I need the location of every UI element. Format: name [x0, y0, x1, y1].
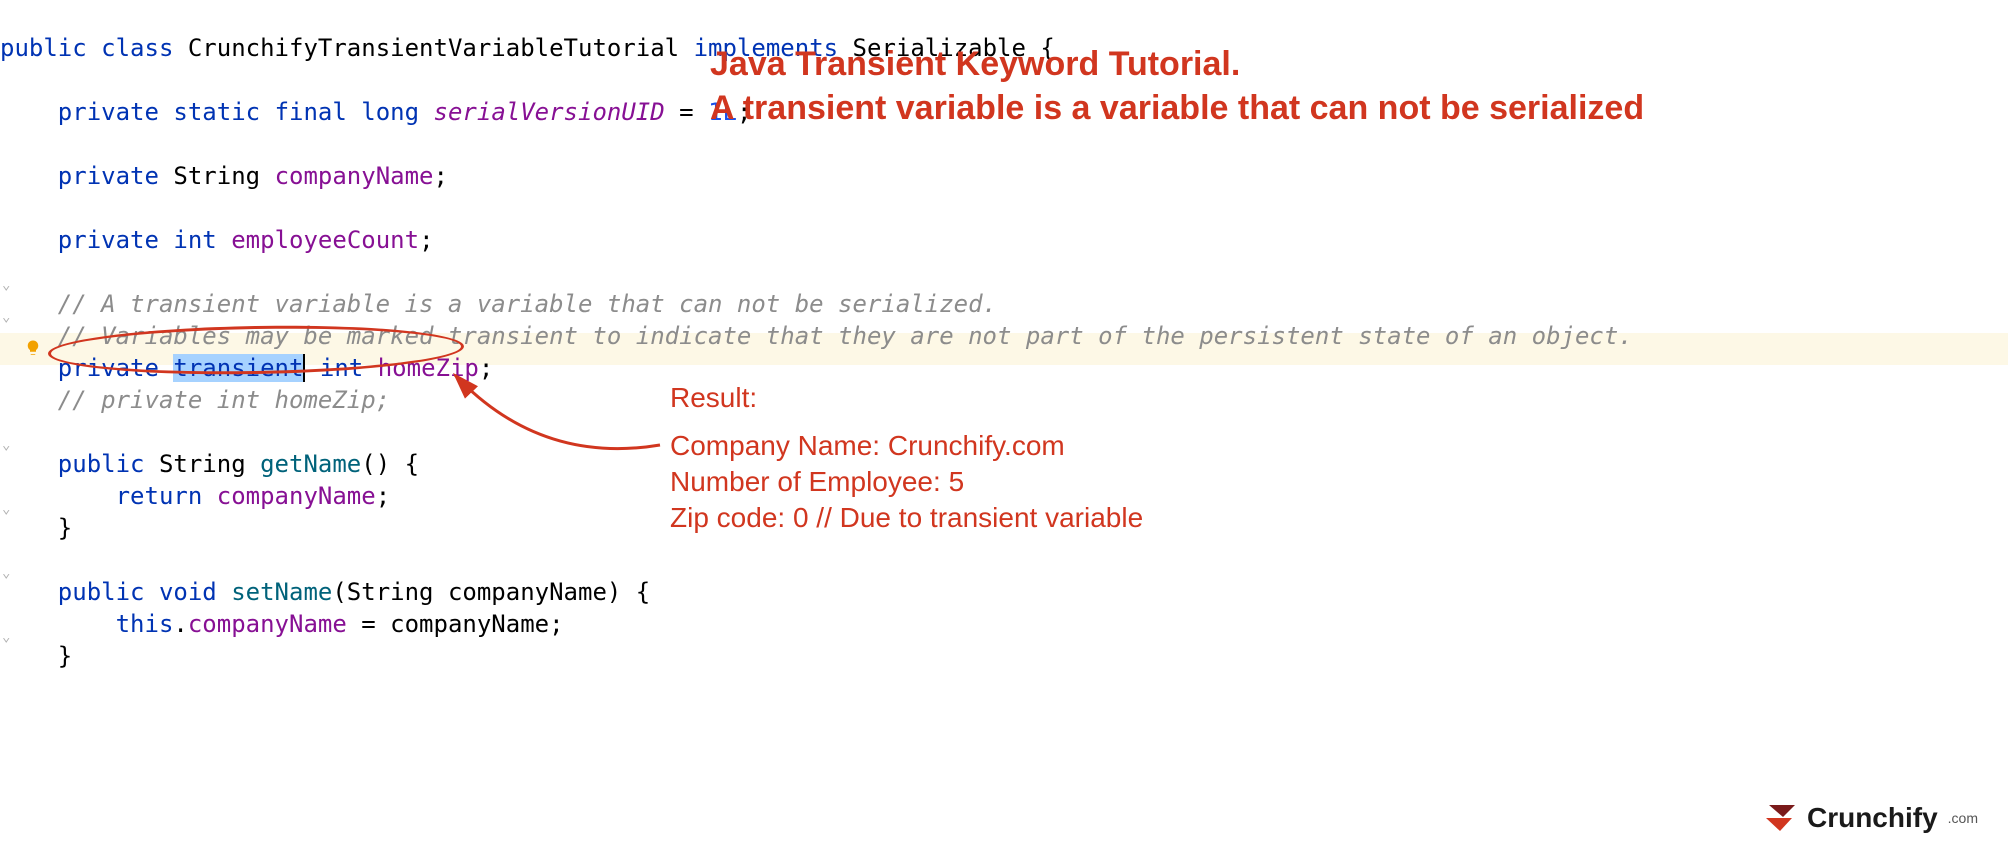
keyword: return [116, 482, 203, 510]
keyword: private [58, 162, 159, 190]
field-name: companyName [217, 482, 376, 510]
keyword: long [361, 98, 419, 126]
class-name: CrunchifyTransientVariableTutorial [188, 34, 679, 62]
gutter-mark-icon: ⌄ [2, 301, 10, 333]
annotation-title: Java Transient Keyword Tutorial. A trans… [710, 42, 1644, 130]
annotation-result-line1: Company Name: Crunchify.com [670, 428, 1143, 464]
annotation-result-line2: Number of Employee: 5 [670, 464, 1143, 500]
keyword: class [101, 34, 173, 62]
method-signature: (String companyName) { [332, 578, 650, 606]
keyword: private [58, 98, 159, 126]
type: String [159, 450, 246, 478]
comment: // A transient variable is a variable th… [58, 290, 997, 318]
semicolon: ; [479, 354, 493, 382]
annotation-result-line3: Zip code: 0 // Due to transient variable [670, 500, 1143, 536]
gutter-mark-icon: ⌄ [2, 429, 10, 461]
type: String [173, 162, 260, 190]
crunchify-logo: Crunchify .com [1763, 802, 1978, 834]
field-name: serialVersionUID [434, 98, 665, 126]
method-name: getName [260, 450, 361, 478]
semicolon: ; [434, 162, 448, 190]
field-name: companyName [275, 162, 434, 190]
method-signature: () { [361, 450, 419, 478]
op: . [173, 610, 187, 638]
annotation-title-line2: A transient variable is a variable that … [710, 86, 1644, 130]
annotation-result-header: Result: [670, 380, 1143, 416]
keyword: public [0, 34, 87, 62]
keyword: public [58, 578, 145, 606]
gutter-mark-icon: ⌄ [2, 269, 10, 301]
keyword: int [173, 226, 216, 254]
crunchify-logo-suffix: .com [1948, 810, 1978, 826]
keyword: final [275, 98, 347, 126]
keyword: void [159, 578, 217, 606]
method-name: setName [231, 578, 332, 606]
semicolon: ; [376, 482, 390, 510]
gutter-mark-icon: ⌄ [2, 493, 10, 525]
gutter-mark-icon: ⌄ [2, 557, 10, 589]
field-name: employeeCount [231, 226, 419, 254]
keyword: public [58, 450, 145, 478]
keyword: this [116, 610, 174, 638]
brace: } [58, 514, 72, 542]
brace: } [58, 642, 72, 670]
keyword: private [58, 226, 159, 254]
op: = [665, 98, 708, 126]
gutter-mark-icon: ⌄ [2, 621, 10, 653]
op: = companyName; [347, 610, 564, 638]
crunchify-logo-icon [1763, 803, 1799, 833]
annotation-result: Result: Company Name: Crunchify.com Numb… [670, 380, 1143, 536]
semicolon: ; [419, 226, 433, 254]
comment: // private int homeZip; [58, 386, 390, 414]
field-name: companyName [188, 610, 347, 638]
annotation-title-line1: Java Transient Keyword Tutorial. [710, 42, 1644, 86]
keyword: static [173, 98, 260, 126]
crunchify-logo-text: Crunchify [1807, 802, 1938, 834]
